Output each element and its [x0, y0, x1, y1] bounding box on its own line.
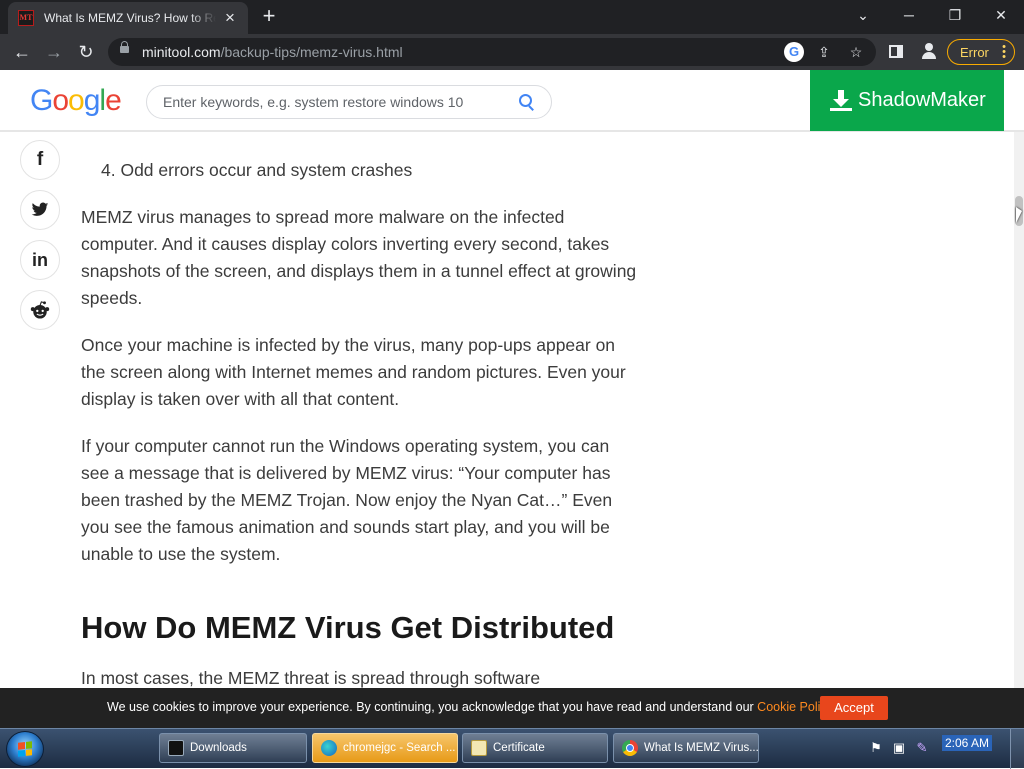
- paragraph-memz-spread: MEMZ virus manages to spread more malwar…: [81, 207, 637, 308]
- url-text[interactable]: minitool.com/backup-tips/memz-virus.html: [142, 44, 403, 60]
- command-prompt-icon: [168, 740, 184, 756]
- window-controls: ⌄ ─ ❐ ✕: [840, 0, 1024, 30]
- pen-icon[interactable]: ✎: [914, 740, 930, 756]
- mouse-cursor-icon: [1016, 207, 1022, 223]
- taskbar-label: Certificate: [493, 742, 545, 754]
- close-icon[interactable]: ×: [222, 9, 238, 26]
- certificate-icon: [471, 740, 487, 756]
- taskbar-button-certificate[interactable]: Certificate: [462, 733, 608, 763]
- clipped-text-line: 3. Apps start running: [81, 118, 242, 122]
- browser-tab[interactable]: MT What Is MEMZ Virus? How to Remove ×: [8, 2, 248, 34]
- show-desktop-button[interactable]: [1010, 729, 1024, 769]
- tab-title: What Is MEMZ Virus? How to Remove: [44, 11, 216, 25]
- paragraph-popups: Once your machine is infected by the vir…: [81, 335, 626, 409]
- taskbar-label: What Is MEMZ Virus...: [644, 742, 759, 754]
- list-item: 4. Odd errors occur and system crashes: [101, 160, 413, 180]
- shadowmaker-label: ShadowMaker: [858, 89, 986, 111]
- system-clock[interactable]: 2:06 AM: [942, 735, 993, 751]
- bookmark-star-icon[interactable]: ☆: [846, 42, 866, 62]
- chrome-icon: [622, 740, 638, 756]
- linkedin-share-icon[interactable]: in: [20, 240, 60, 280]
- lock-icon[interactable]: [120, 41, 129, 53]
- back-button[interactable]: ←: [8, 38, 36, 66]
- browser-tab-strip: MT What Is MEMZ Virus? How to Remove × +…: [0, 0, 1024, 34]
- taskbar-label: chromejgc - Search ...: [343, 742, 456, 754]
- reload-button[interactable]: ↻: [72, 38, 100, 66]
- windows-flag-icon: [18, 741, 32, 757]
- action-center-icon[interactable]: ⚑: [868, 740, 884, 756]
- download-icon: [830, 89, 852, 112]
- minimize-button[interactable]: ─: [886, 0, 932, 30]
- menu-dots-icon: • • •: [1002, 41, 1006, 63]
- address-bar[interactable]: minitool.com/backup-tips/memz-virus.html…: [108, 38, 876, 66]
- share-icon[interactable]: ⇪: [814, 42, 834, 62]
- google-logo[interactable]: Google: [30, 84, 122, 118]
- windows-taskbar: Downloads chromejgc - Search ... Certifi…: [0, 728, 1024, 769]
- network-icon[interactable]: ▣: [891, 740, 907, 756]
- error-button[interactable]: Error • • •: [947, 39, 1015, 65]
- taskbar-button-downloads[interactable]: Downloads: [159, 733, 307, 763]
- url-path: /backup-tips/memz-virus.html: [220, 44, 403, 60]
- cookie-message: We use cookies to improve your experienc…: [107, 700, 835, 714]
- site-search-box: [146, 85, 552, 119]
- profile-icon[interactable]: [921, 42, 937, 59]
- shadowmaker-download-button[interactable]: ShadowMaker: [810, 70, 1004, 131]
- accept-cookies-button[interactable]: Accept: [820, 696, 888, 720]
- error-label: Error: [960, 44, 989, 60]
- minitool-favicon-icon: MT: [18, 10, 34, 26]
- site-header: Google ShadowMaker: [0, 70, 1024, 132]
- taskbar-label: Downloads: [190, 742, 247, 754]
- taskbar-button-chrome[interactable]: What Is MEMZ Virus...: [613, 733, 759, 763]
- side-panel-icon[interactable]: [889, 45, 903, 58]
- facebook-share-icon[interactable]: f: [20, 140, 60, 180]
- reddit-share-icon[interactable]: [20, 290, 60, 330]
- section-heading: How Do MEMZ Virus Get Distributed: [81, 610, 615, 645]
- forward-button[interactable]: →: [40, 38, 68, 66]
- new-tab-button[interactable]: +: [256, 4, 282, 30]
- edge-icon: [321, 740, 337, 756]
- close-window-button[interactable]: ✕: [978, 0, 1024, 30]
- restore-button[interactable]: ❐: [932, 0, 978, 30]
- google-lens-icon[interactable]: G: [784, 42, 804, 62]
- twitter-share-icon[interactable]: [20, 190, 60, 230]
- taskbar-button-edge-search[interactable]: chromejgc - Search ...: [312, 733, 458, 763]
- browser-toolbar: ← → ↻ minitool.com/backup-tips/memz-viru…: [0, 34, 1024, 70]
- paragraph-nyan-cat: If your computer cannot run the Windows …: [81, 436, 613, 564]
- cookie-consent-bar: We use cookies to improve your experienc…: [0, 688, 1024, 728]
- search-icon[interactable]: [519, 94, 535, 110]
- start-button[interactable]: [6, 731, 44, 767]
- tab-search-chevron-icon[interactable]: ⌄: [840, 0, 886, 30]
- url-domain: minitool.com: [142, 44, 221, 60]
- search-input[interactable]: [163, 94, 503, 110]
